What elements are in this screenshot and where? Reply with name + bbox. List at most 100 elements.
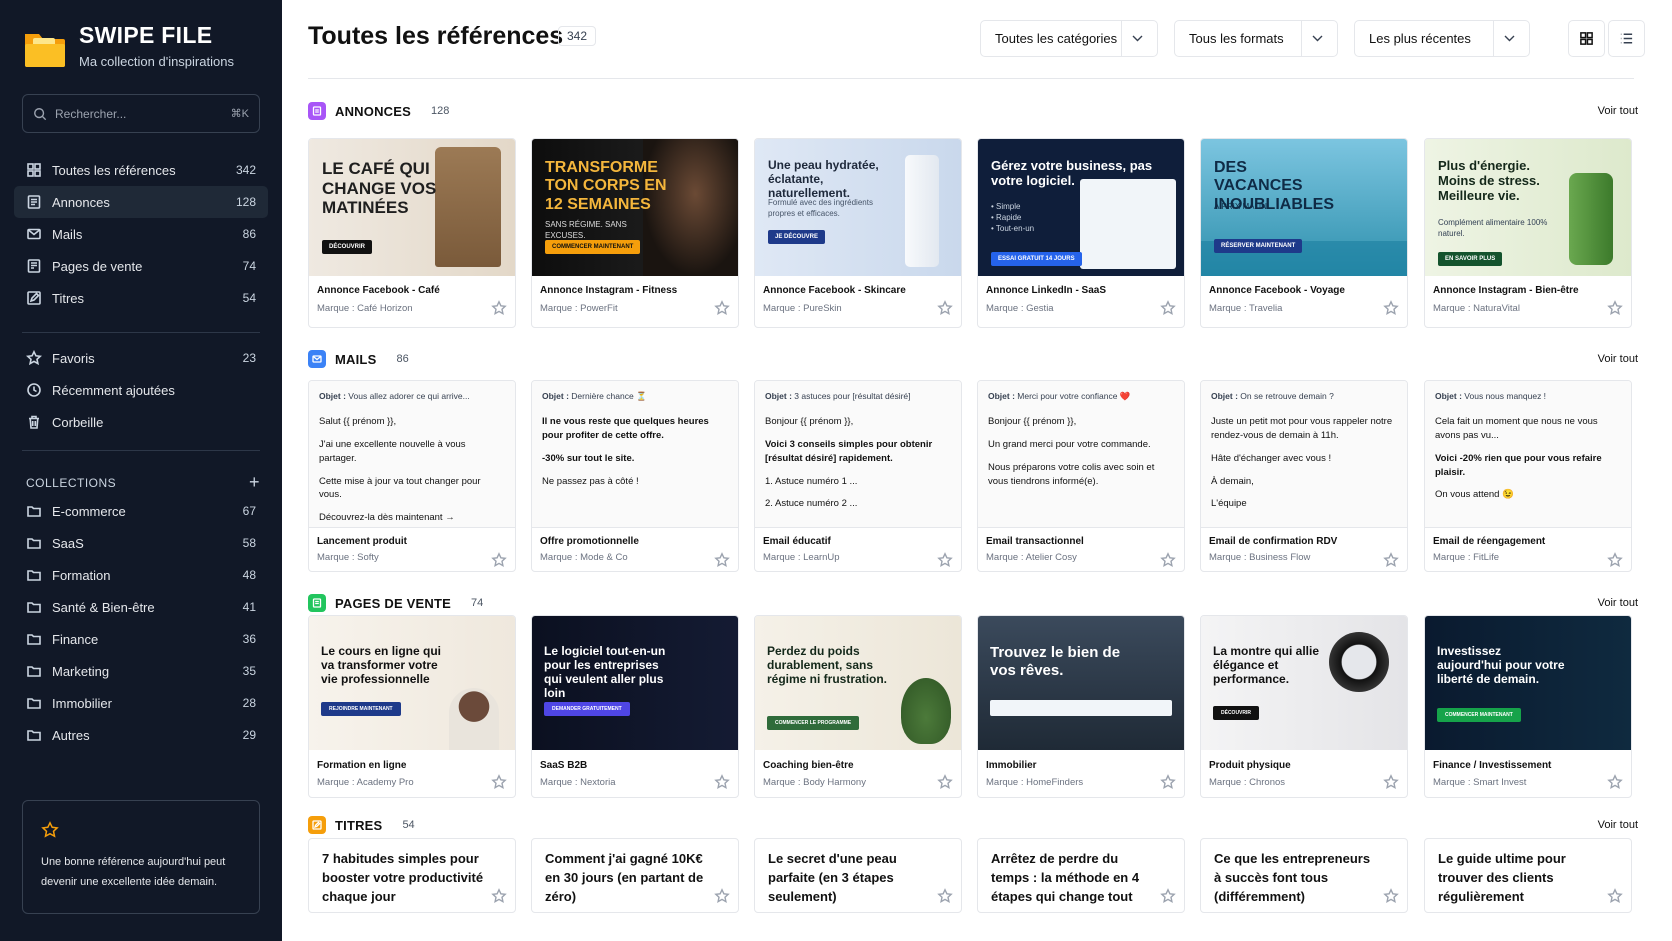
favorite-star-icon[interactable] [1160,300,1176,316]
favorite-star-icon[interactable] [1383,774,1399,790]
nav-item-favoris[interactable]: Favoris 23 [14,342,268,374]
collection-item[interactable]: SaaS 58 [14,527,268,559]
mail-line: Juste un petit mot pour vous rappeler no… [1211,416,1393,442]
mail-subject-label: Objet : [1211,391,1238,401]
format-filter[interactable]: Tous les formats [1174,20,1338,57]
search-input[interactable]: Rechercher... ⌘K [22,94,260,133]
mail-subject-text: 3 astuces pour [résultat désiré] [794,391,911,401]
nav-item-pages[interactable]: Pages de vente 74 [14,250,268,282]
favorite-star-icon[interactable] [1607,300,1623,316]
favorite-star-icon[interactable] [1383,888,1399,904]
favorite-star-icon[interactable] [714,888,730,904]
ad-cta: JE DÉCOUVRE [768,230,826,244]
favorite-star-icon[interactable] [937,552,953,568]
mail-subject-text: Vous nous manquez ! [1464,391,1547,401]
favorite-star-icon[interactable] [1160,774,1176,790]
mail-line: Bonjour {{ prénom }}, [765,416,854,428]
ad-card[interactable]: DES VACANCES INOUBLIABLES À PRIX MALIN R… [1200,138,1408,328]
favorite-star-icon[interactable] [937,300,953,316]
sales-page-card[interactable]: Le logiciel tout-en-un pour les entrepri… [531,615,739,798]
title-card[interactable]: Le secret d'une peau parfaite (en 3 étap… [754,838,962,913]
card-brand: Marque : PureSkin [763,303,842,314]
page-title: Toutes les références [308,22,564,50]
voir-tout-link[interactable]: Voir tout [1598,105,1638,117]
collection-item[interactable]: Immobilier 28 [14,687,268,719]
mail-card[interactable]: Objet : Merci pour votre confiance ❤️ Bo… [977,380,1185,572]
favorite-star-icon[interactable] [714,552,730,568]
ad-card[interactable]: Gérez votre business, pas votre logiciel… [977,138,1185,328]
favorite-star-icon[interactable] [1607,774,1623,790]
sales-page-preview: Investissez aujourd'hui pour votre liber… [1425,616,1631,750]
ad-card[interactable]: LE CAFÉ QUI CHANGE VOS MATINÉES DÉCOUVRI… [308,138,516,328]
favorite-star-icon[interactable] [491,300,507,316]
voir-tout-link[interactable]: Voir tout [1598,597,1638,609]
favorite-star-icon[interactable] [1383,552,1399,568]
grid-view-button[interactable] [1568,20,1605,57]
title-card[interactable]: Comment j'ai gagné 10K€ en 30 jours (en … [531,838,739,913]
title-card[interactable]: Le guide ultime pour trouver des clients… [1424,838,1632,913]
voir-tout-link[interactable]: Voir tout [1598,819,1638,831]
folder-icon [27,602,41,613]
mail-subject: Objet : Dernière chance ⏳ [542,390,728,402]
favorite-star-icon[interactable] [491,888,507,904]
nav-label: Annonces [52,194,110,210]
collection-item[interactable]: Formation 48 [14,559,268,591]
sales-page-card[interactable]: Trouvez le bien de vos rêves. Immobilier… [977,615,1185,798]
nav-item-titres[interactable]: Titres 54 [14,282,268,314]
ad-card[interactable]: Plus d'énergie. Moins de stress. Meilleu… [1424,138,1632,328]
favorite-star-icon[interactable] [1160,552,1176,568]
nav-label: Mails [52,226,83,242]
collection-item[interactable]: E-commerce 67 [14,495,268,527]
search-placeholder: Rechercher... [55,106,127,121]
nav-item-mails[interactable]: Mails 86 [14,218,268,250]
mail-card[interactable]: Objet : Dernière chance ⏳ Il ne vous res… [531,380,739,572]
favorite-star-icon[interactable] [1383,300,1399,316]
favorite-star-icon[interactable] [937,888,953,904]
sales-page-card[interactable]: Perdez du poids durablement, sans régime… [754,615,962,798]
nav-item-corbeille[interactable]: Corbeille [14,406,268,438]
favorite-star-icon[interactable] [714,300,730,316]
collection-item[interactable]: Autres 29 [14,719,268,751]
sort-filter[interactable]: Les plus récentes [1354,20,1530,57]
favorite-star-icon[interactable] [1607,888,1623,904]
category-filter[interactable]: Toutes les catégories [980,20,1158,57]
favorite-star-icon[interactable] [937,774,953,790]
sales-page-card[interactable]: Investissez aujourd'hui pour votre liber… [1424,615,1632,798]
favorite-star-icon[interactable] [1160,888,1176,904]
mail-card[interactable]: Objet : Vous nous manquez ! Cela fait un… [1424,380,1632,572]
ad-card[interactable]: Une peau hydratée, éclatante, naturellem… [754,138,962,328]
mail-card[interactable]: Objet : 3 astuces pour [résultat désiré]… [754,380,962,572]
collection-item[interactable]: Finance 36 [14,623,268,655]
sales-page-card[interactable]: Le cours en ligne qui va transformer vot… [308,615,516,798]
sales-page-preview: La montre qui allie élégance et performa… [1201,616,1407,750]
ad-card[interactable]: TRANSFORME TON CORPS EN 12 SEMAINES SANS… [531,138,739,328]
title-card[interactable]: 7 habitudes simples pour booster votre p… [308,838,516,913]
header-divider [308,78,1634,79]
card-meta: SaaS B2B Marque : Nextoria [532,750,738,797]
list-view-button[interactable] [1608,20,1645,57]
add-collection-button[interactable]: + [249,472,260,493]
favorite-star-icon[interactable] [491,552,507,568]
favorite-star-icon[interactable] [714,774,730,790]
favorite-star-icon[interactable] [1607,552,1623,568]
collection-item[interactable]: Marketing 35 [14,655,268,687]
nav-item-recent[interactable]: Récemment ajoutées [14,374,268,406]
ad-headline: Gérez votre business, pas votre logiciel… [991,158,1153,188]
sales-page-card[interactable]: La montre qui allie élégance et performa… [1200,615,1408,798]
card-brand: Marque : LearnUp [763,552,840,563]
card-meta: Email éducatif Marque : LearnUp [755,528,961,571]
nav-item-all[interactable]: Toutes les références 342 [14,154,268,186]
card-brand: Marque : Atelier Cosy [986,552,1077,563]
page-headline: Perdez du poids durablement, sans régime… [767,644,888,687]
mail-card[interactable]: Objet : On se retrouve demain ? Juste un… [1200,380,1408,572]
mail-card[interactable]: Objet : Vous allez adorer ce qui arrive.… [308,380,516,572]
favorite-star-icon[interactable] [491,774,507,790]
voir-tout-link[interactable]: Voir tout [1598,353,1638,365]
title-card[interactable]: Arrêtez de perdre du temps : la méthode … [977,838,1185,913]
ad-preview: TRANSFORME TON CORPS EN 12 SEMAINES SANS… [532,139,738,276]
nav-count: 342 [235,163,256,177]
title-card[interactable]: Ce que les entrepreneurs à succès font t… [1200,838,1408,913]
nav-item-annonces[interactable]: Annonces 128 [14,186,268,218]
search-shortcut: ⌘K [230,108,249,120]
collection-item[interactable]: Santé & Bien-être 41 [14,591,268,623]
